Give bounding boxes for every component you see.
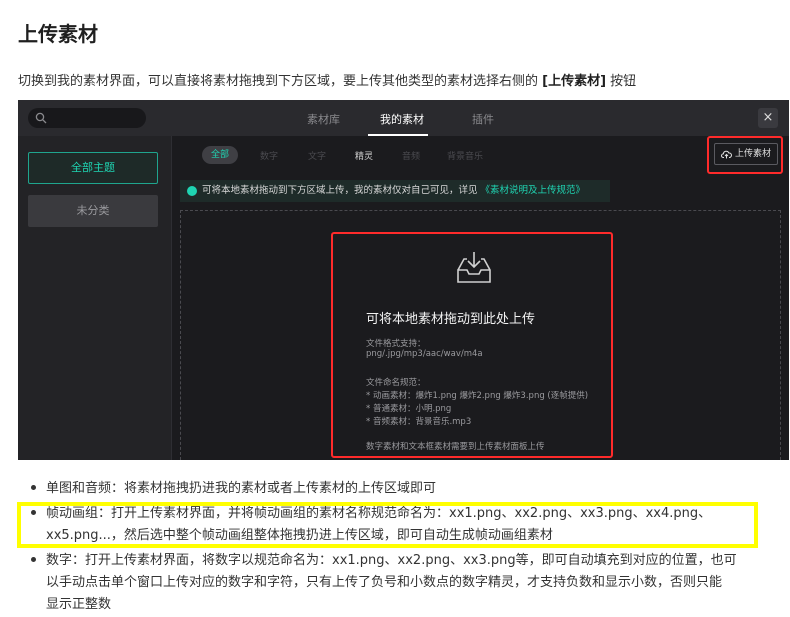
bullet-dot — [31, 557, 36, 562]
intro-text: 切换到我的素材界面，可以直接将素材拖拽到下方区域，要上传其他类型的素材选择右侧的 — [18, 74, 543, 89]
close-icon[interactable]: × — [758, 108, 778, 128]
intro-paragraph: 切换到我的素材界面，可以直接将素材拖拽到下方区域，要上传其他类型的素材选择右侧的… — [18, 70, 636, 89]
drop-info-line: 数字素材和文本框素材需要到上传素材面板上传 — [366, 442, 545, 452]
red-annotation-upload — [707, 136, 783, 174]
inbox-tray-icon — [457, 252, 491, 283]
bullet-dot — [31, 485, 36, 490]
intro-text-tail: 按钮 — [606, 74, 637, 89]
filter-bgm[interactable]: 背景音乐 — [447, 149, 483, 162]
notice-text: 可将本地素材拖动到下方区域上传，我的素材仅对自己可见，详见 — [202, 185, 478, 196]
search-input[interactable] — [28, 108, 146, 128]
sidebar-item-uncategorized[interactable]: 未分类 — [28, 195, 158, 227]
embedded-screenshot: 素材库 我的素材 插件 × 全部主题 未分类 全部 数字 文字 精灵 音频 背景… — [18, 100, 789, 460]
drop-info-line: * 音频素材：背景音乐.mp3 — [366, 417, 472, 427]
intro-bold-label: [上传素材] — [542, 74, 607, 89]
notice-link[interactable]: 《素材说明及上传规范》 — [481, 185, 586, 196]
drop-info-line: * 普通素材：小明.png — [366, 404, 452, 414]
drop-info-line: * 动画素材：爆炸1.png 爆炸2.png 爆炸3.png (逐帧提供) — [366, 391, 589, 401]
tab-material-library[interactable]: 素材库 — [307, 111, 340, 127]
tab-plugins[interactable]: 插件 — [472, 111, 494, 127]
drop-info-line: png/.jpg/mp3/aac/wav/m4a — [366, 349, 483, 359]
screenshot-topbar: 素材库 我的素材 插件 × — [18, 100, 789, 136]
filter-all[interactable]: 全部 — [202, 146, 238, 164]
yellow-highlight-box — [17, 502, 758, 548]
list-item-text: 数字：打开上传素材界面，将数字以规范命名为：xx1.png、xx2.png、xx… — [46, 553, 737, 568]
filter-numbers[interactable]: 数字 — [260, 149, 278, 162]
filter-sprites[interactable]: 精灵 — [355, 149, 373, 162]
tab-my-materials[interactable]: 我的素材 — [380, 111, 424, 127]
drop-title: 可将本地素材拖动到此处上传 — [366, 312, 536, 327]
notice-bar: 可将本地素材拖动到下方区域上传，我的素材仅对自己可见，详见 《素材说明及上传规范… — [180, 180, 610, 202]
page-title: 上传素材 — [18, 22, 98, 46]
drop-info-line: 文件命名规范： — [366, 378, 426, 388]
list-item-text: 单图和音频：将素材拖拽扔进我的素材或者上传素材的上传区域即可 — [46, 481, 437, 496]
check-icon — [187, 186, 197, 196]
filter-text[interactable]: 文字 — [308, 149, 326, 162]
screenshot-sidebar: 全部主题 未分类 — [18, 136, 172, 460]
search-icon — [35, 112, 47, 124]
sidebar-item-all-themes[interactable]: 全部主题 — [28, 152, 158, 184]
filter-bar: 全部 数字 文字 精灵 音频 背景音乐 上传素材 — [172, 136, 789, 176]
drop-info-line: 文件格式支持： — [366, 339, 426, 349]
list-item-text: 显示正整数 — [46, 597, 112, 612]
filter-audio[interactable]: 音频 — [402, 149, 420, 162]
list-item-text: 以手动点击单个窗口上传对应的数字和字符，只有上传了负号和小数点的数字精灵，才支持… — [46, 575, 723, 590]
